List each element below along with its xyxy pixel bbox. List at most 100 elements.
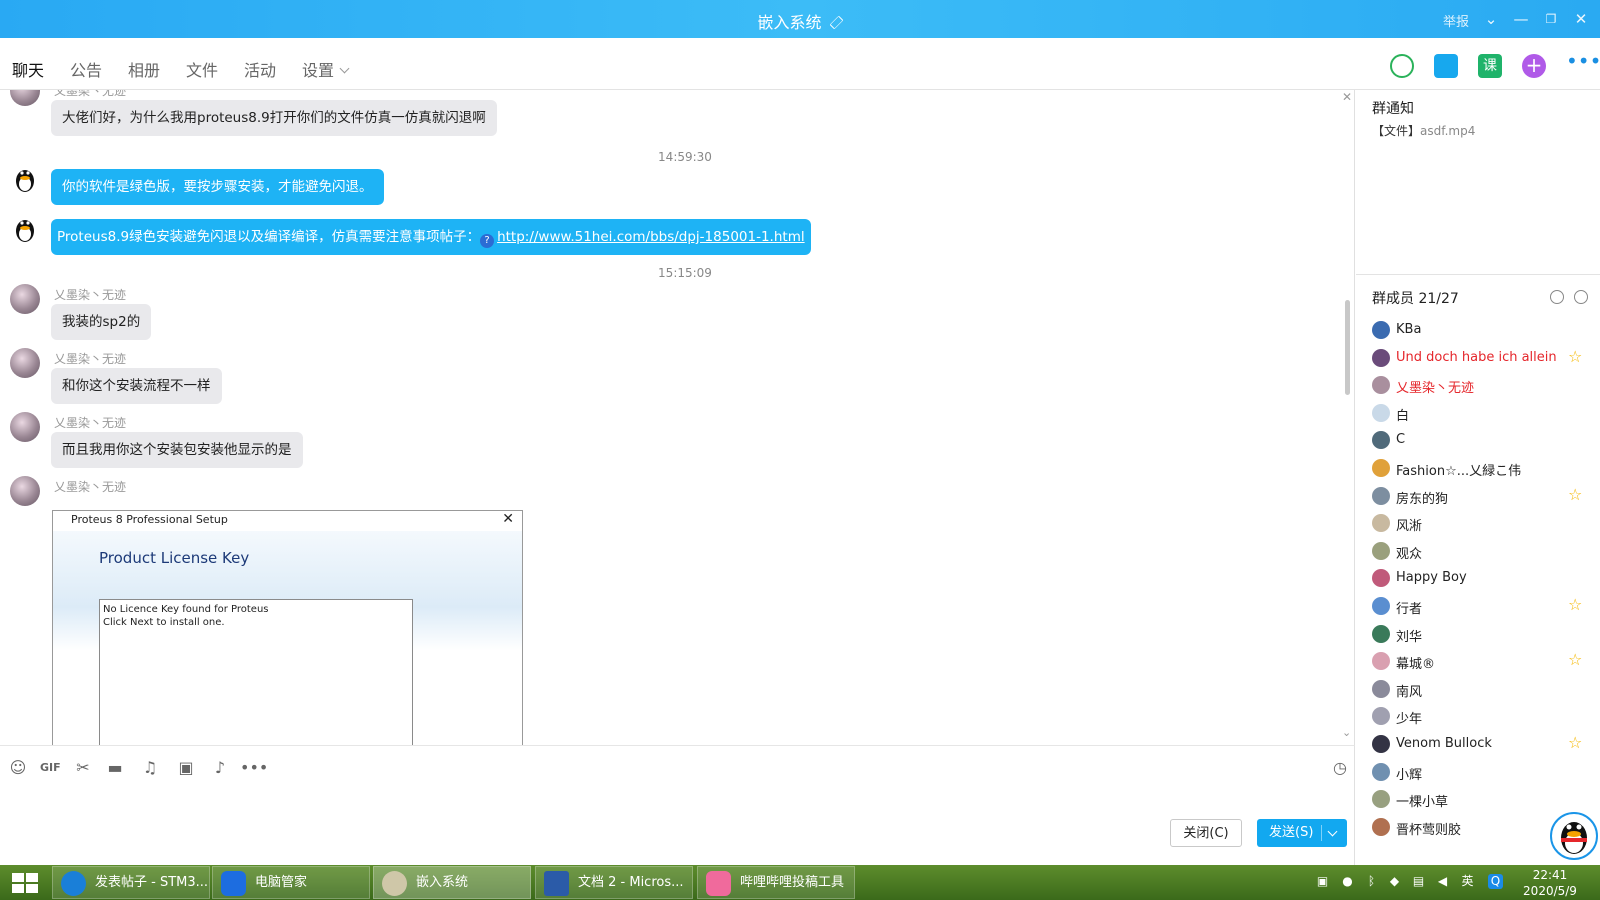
avatar[interactable] [10, 284, 40, 314]
chat-messages[interactable]: 乂墨染丶无迹 大佬们好，为什么我用proteus8.9打开你们的文件仿真一仿真就… [0, 90, 1355, 745]
avatar [1372, 679, 1390, 698]
member-item[interactable]: 观众 [1372, 540, 1594, 562]
window-title: 嵌入系统 [0, 9, 1600, 33]
member-item[interactable]: 刘华 [1372, 623, 1594, 645]
gif-icon[interactable]: GIF [40, 758, 61, 778]
message-bubble[interactable]: 而且我用你这个安装包安装他显示的是 [51, 432, 303, 468]
member-item[interactable]: 风淅 [1372, 512, 1594, 534]
avatar [1372, 403, 1390, 422]
chevron-down-icon[interactable]: ⌄ [1480, 8, 1502, 30]
avatar[interactable] [10, 476, 40, 506]
setup-screenshot-image[interactable]: Proteus 8 Professional Setup ✕ Product L… [52, 510, 523, 745]
windows-start-icon[interactable] [12, 873, 38, 893]
member-item[interactable]: C [1372, 429, 1594, 451]
message-sender: 乂墨染丶无迹 [54, 288, 127, 302]
edit-title-icon[interactable] [829, 15, 843, 30]
member-name: 幕城® [1396, 657, 1436, 673]
folder-icon[interactable]: ▬ [105, 758, 125, 778]
send-button[interactable]: 发送(S) [1257, 819, 1347, 847]
member-item[interactable]: 一棵小草 [1372, 788, 1594, 810]
chevron-down-icon[interactable] [1327, 826, 1338, 837]
close-icon[interactable]: ✕ [1342, 90, 1352, 104]
message-bubble[interactable]: Proteus8.9绿色安装避免闪退以及编译编译，仿真需要注意事项帖子：? htt… [51, 219, 811, 255]
member-settings-icon[interactable] [1550, 290, 1564, 304]
avatar[interactable] [10, 90, 40, 106]
avatar [1372, 624, 1390, 643]
avatar [1372, 321, 1390, 339]
member-item[interactable]: 幕城® ☆ [1372, 650, 1594, 672]
add-app-icon[interactable]: + [1522, 54, 1546, 78]
search-icon[interactable]: Q [1488, 874, 1503, 889]
message-bubble[interactable]: 你的软件是绿色版，要按步骤安装，才能避免闪退。 [51, 169, 384, 205]
avatar[interactable] [10, 348, 40, 378]
member-item[interactable]: Venom Bullock ☆ [1372, 733, 1594, 755]
tab-album[interactable]: 相册 [128, 57, 160, 81]
message-bubble[interactable]: 和你这个安装流程不一样 [51, 368, 222, 404]
search-icon[interactable] [1574, 290, 1588, 304]
word-document-icon [544, 871, 569, 896]
more-icon[interactable]: ••• [1566, 51, 1600, 78]
taskbar-item[interactable]: 哔哩哔哩投稿工具 [697, 866, 855, 899]
shield-icon[interactable]: ◆ [1387, 874, 1402, 889]
member-item[interactable]: Fashion☆...乂緑こ伟 [1372, 457, 1594, 479]
member-item[interactable]: Happy Boy [1372, 567, 1594, 589]
member-item[interactable]: 南风 [1372, 678, 1594, 700]
member-item[interactable]: 房东的狗 ☆ [1372, 485, 1594, 507]
member-item[interactable]: 小辉 [1372, 761, 1594, 783]
emoji-icon[interactable]: ☺ [8, 758, 28, 778]
tab-announcement[interactable]: 公告 [70, 57, 102, 81]
member-name: 少年 [1396, 712, 1423, 728]
qq-tray-icon[interactable]: ● [1340, 874, 1355, 889]
member-item[interactable]: 白 [1372, 402, 1594, 424]
chevron-down-icon[interactable]: ⌄ [1342, 726, 1351, 739]
tab-activity[interactable]: 活动 [244, 57, 276, 81]
network-icon[interactable]: ▤ [1411, 874, 1426, 889]
qq-avatar-icon[interactable] [10, 214, 40, 244]
star-icon: ☆ [1568, 346, 1583, 366]
member-item[interactable]: 行者 ☆ [1372, 595, 1594, 617]
class-icon[interactable]: 课 [1478, 54, 1502, 78]
close-window-button[interactable]: ✕ [1570, 8, 1592, 30]
music-icon[interactable]: ♫ [140, 758, 160, 778]
bilibili-icon [706, 871, 731, 896]
avatar [1372, 514, 1390, 533]
qq-avatar-icon[interactable] [10, 164, 40, 194]
avatar[interactable] [10, 412, 40, 442]
volume-icon[interactable]: ◀ [1435, 874, 1450, 889]
tab-files[interactable]: 文件 [186, 57, 218, 81]
taskbar-item[interactable]: 文档 2 - Micros... [535, 866, 693, 899]
bell-icon[interactable]: ♪ [210, 758, 230, 778]
tab-settings[interactable]: 设置 [302, 57, 350, 81]
minimize-button[interactable]: — [1510, 8, 1532, 30]
report-link[interactable]: 举报 [1443, 11, 1469, 30]
title-bar: 嵌入系统 举报 ⌄ — ❐ ✕ [0, 0, 1600, 38]
group-notice-item[interactable]: 【文件】asdf.mp4 [1372, 122, 1475, 139]
chat-scrollbar[interactable] [1345, 300, 1350, 395]
taskbar-item[interactable]: 嵌入系统 [373, 866, 531, 899]
qq-penguin-icon[interactable] [1550, 812, 1598, 860]
taskbar-clock[interactable]: 22:41 2020/5/9 [1510, 867, 1590, 899]
bilibili-tray-icon[interactable]: ▣ [1315, 874, 1330, 889]
taskbar-item[interactable]: 发表帖子 - STM3... [52, 866, 210, 899]
member-item[interactable]: Und doch habe ich allein ☆ [1372, 347, 1594, 369]
phone-icon[interactable] [1390, 54, 1414, 78]
history-clock-icon[interactable]: ◷ [1330, 758, 1350, 778]
more-icon[interactable]: ••• [240, 758, 268, 778]
tab-chat[interactable]: 聊天 [12, 57, 45, 92]
scissors-icon[interactable]: ✂ [73, 758, 93, 778]
close-button[interactable]: 关闭(C) [1170, 819, 1242, 847]
member-item[interactable]: 乂墨染丶无迹 [1372, 374, 1594, 396]
member-item[interactable]: 少年 [1372, 705, 1594, 727]
taskbar-item[interactable]: 电脑管家 [212, 866, 370, 899]
message-bubble[interactable]: 我装的sp2的 [51, 304, 152, 340]
member-name: 行者 [1396, 602, 1423, 617]
message-link[interactable]: http://www.51hei.com/bbs/dpj-185001-1.ht… [497, 229, 805, 245]
ime-indicator[interactable]: 英 [1460, 874, 1475, 889]
video-call-icon[interactable] [1434, 54, 1458, 78]
message-bubble[interactable]: 大佬们好，为什么我用proteus8.9打开你们的文件仿真一仿真就闪退啊 [51, 100, 497, 136]
restore-button[interactable]: ❐ [1540, 8, 1562, 30]
member-item[interactable]: KBa [1372, 319, 1594, 341]
bluetooth-icon[interactable]: ᛒ [1364, 874, 1379, 889]
input-area[interactable]: ☺ GIF ✂ ▬ ♫ ▣ ♪ ••• ◷ 关闭(C) 发送(S) [0, 745, 1355, 865]
image-icon[interactable]: ▣ [176, 758, 196, 778]
